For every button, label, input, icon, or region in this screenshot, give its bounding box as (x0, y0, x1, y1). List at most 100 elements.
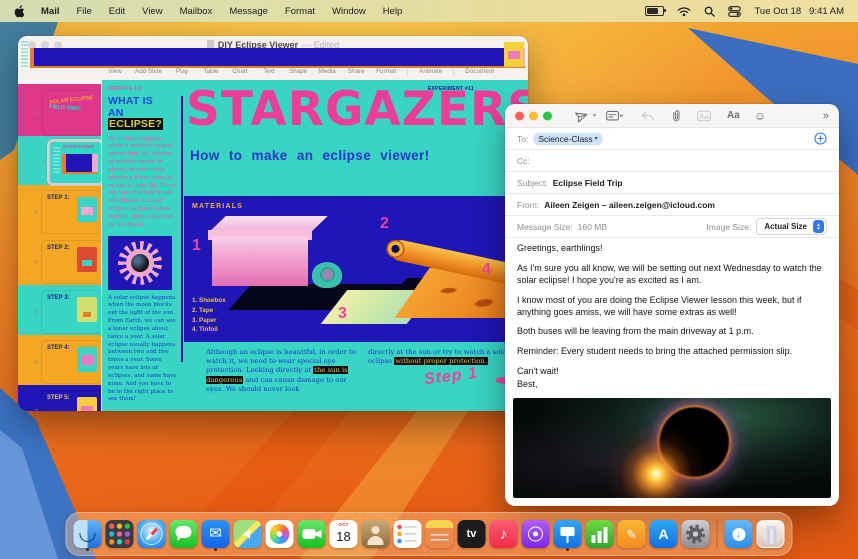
slide-thumb-2[interactable]: 2 STARGAZER (18, 136, 101, 185)
menu-bar-time[interactable]: 9:41 AM (809, 6, 844, 17)
keynote-window: DIY Eclipse Viewer — Edited ▤ View ⊞ Add… (18, 36, 528, 411)
emoji-button[interactable]: ☺ (754, 109, 766, 123)
menu-item[interactable]: Format (285, 6, 315, 17)
toolbar-button-label: Share (347, 68, 365, 76)
message-body[interactable]: Greetings, earthlings! As I'm sure you al… (505, 234, 839, 394)
toolbar-button-label: View (108, 68, 122, 76)
header-fields-button[interactable] (606, 110, 624, 122)
dock-mail-icon[interactable]: ✉ (201, 517, 231, 551)
dock-photos-icon[interactable] (265, 517, 295, 551)
item-number-2: 2 (380, 215, 389, 232)
dock-downloads-icon[interactable]: ↓ (724, 517, 754, 551)
close-button[interactable] (515, 111, 524, 120)
sun-illustration (108, 235, 172, 290)
dock-settings-icon[interactable] (681, 517, 711, 551)
dock-calendar-icon[interactable]: OCT 18 (329, 517, 359, 551)
subject-field[interactable]: Subject: Eclipse Field Trip (505, 172, 839, 194)
toolbar-button-label: Play (175, 68, 189, 76)
menu-item[interactable]: Mail (41, 6, 59, 17)
from-field[interactable]: From: Aileen Zeigen – aileen.zeigen@iclo… (505, 194, 839, 216)
materials-panel[interactable]: MATERIALS 1 2 3 4 1. Shoebox 2. Tape 3. … (184, 196, 528, 342)
menu-item[interactable]: File (76, 6, 91, 17)
dock-podcasts-icon[interactable] (521, 517, 551, 551)
menu-item[interactable]: Mailbox (180, 6, 213, 17)
send-button[interactable] (575, 109, 589, 123)
slide-thumb-5[interactable]: 5 STEP 3: (18, 285, 101, 335)
toolbar-button-label: Add Slide (135, 68, 162, 76)
dock-safari-icon[interactable] (137, 517, 167, 551)
recipient-token[interactable]: Science-Class ▾ (533, 132, 603, 145)
add-recipient-button[interactable] (814, 132, 827, 145)
toolbar-button-label: Animate (419, 68, 443, 76)
science-tag: SCIENCE 4.2 (108, 86, 142, 92)
dock-launchpad-icon[interactable] (105, 517, 135, 551)
toolbar-button-label: Media (318, 68, 336, 76)
menu-item[interactable]: Edit (109, 6, 125, 17)
wifi-icon[interactable] (677, 6, 691, 17)
eclipse-paragraph-2: A solar eclipse happens when the moon bl… (108, 294, 177, 403)
menu-bar-date[interactable]: Tue Oct 18 (754, 6, 801, 17)
slide-thumb-1[interactable]: 1 SOLAR ECLIPSE FIELD TRIP! (18, 84, 101, 136)
desktop: Mail File Edit View Mailbox Message Format Wind… (0, 0, 858, 559)
slide-canvas[interactable]: SCIENCE 4.2 EXPERIMENT #11 WHAT IS AN EC… (102, 80, 528, 411)
cc-field[interactable]: Cc: (505, 150, 839, 172)
minimize-button[interactable] (529, 111, 538, 120)
slide-title[interactable]: STARGAZERS (186, 82, 528, 137)
slide-thumb-7[interactable]: 7 STEP 5: (18, 385, 101, 411)
eclipse-paragraph-1: An eclipse happens when a moon or planet… (108, 135, 176, 228)
zoom-button[interactable] (543, 111, 552, 120)
dock-appletv-icon[interactable]: tv (457, 517, 487, 551)
message-size-value: 160 MB (577, 221, 608, 232)
menu-item[interactable]: Window (332, 6, 366, 17)
body-paragraph: As I'm sure you all know, we will be set… (517, 262, 822, 285)
materials-list-item: 4. Tinfoil (192, 326, 218, 334)
dock-numbers-icon[interactable] (585, 517, 615, 551)
toolbar-overflow-button[interactable]: » (823, 110, 829, 122)
slide-navigator[interactable]: 1 SOLAR ECLIPSE FIELD TRIP! 2 STARGAZER (18, 80, 102, 411)
step-1-label[interactable]: Step 1 (423, 365, 479, 389)
battery-icon[interactable] (645, 6, 667, 16)
send-options-chevron-icon[interactable]: ▾ (593, 112, 596, 119)
photo-browser-button[interactable] (697, 110, 711, 122)
dock-reminders-icon[interactable] (393, 517, 423, 551)
dock: ✉ OCT 18 tv ♪ ✎ A ↓ (65, 512, 793, 556)
menu-item[interactable]: Message (229, 6, 268, 17)
menu-items: Mail File Edit View Mailbox Message Format Wind… (41, 6, 402, 17)
image-size-select[interactable]: Actual Size ▲ ▼ (756, 218, 827, 235)
slide-number: 5 (34, 308, 38, 316)
slide-thumb-4[interactable]: 4 STEP 2: (18, 235, 101, 285)
toolbar-button-label: Chart (232, 68, 248, 76)
spotlight-search-icon[interactable] (704, 6, 716, 17)
dock-contacts-icon[interactable] (361, 517, 391, 551)
menu-item[interactable]: Help (383, 6, 403, 17)
token-chevron-icon: ▾ (594, 136, 598, 142)
dock-notes-icon[interactable] (425, 517, 455, 551)
apple-logo-icon[interactable] (14, 4, 25, 18)
dock-keynote-icon[interactable] (553, 517, 583, 551)
slide-thumb-6[interactable]: 6 STEP 4: (18, 335, 101, 385)
body-paragraph: Both buses will be leaving from the main… (517, 326, 754, 337)
slide-subtitle[interactable]: How to make an eclipse viewer! (190, 148, 430, 163)
to-field[interactable]: To: Science-Class ▾ (505, 128, 839, 150)
slide-thumb-3[interactable]: 3 STEP 1: (18, 185, 101, 235)
dock-music-icon[interactable]: ♪ (489, 517, 519, 551)
control-center-icon[interactable] (728, 5, 742, 17)
slide-left-column[interactable]: WHAT IS AN ECLIPSE? An eclipse happens w… (108, 95, 178, 404)
menu-item[interactable]: View (142, 6, 162, 17)
dock-maps-icon[interactable] (233, 517, 263, 551)
dock-pages-icon[interactable]: ✎ (617, 517, 647, 551)
dock-finder-icon[interactable] (73, 517, 103, 551)
eclipse-photo-attachment[interactable] (513, 398, 831, 498)
dock-separator[interactable] (713, 517, 722, 551)
body-paragraph: Best, (517, 379, 538, 389)
body-paragraph: I know most of you are doing the Eclipse… (517, 294, 802, 317)
dock-trash-icon[interactable] (756, 517, 786, 551)
materials-list-item: 2. Tape (192, 306, 214, 314)
format-button[interactable]: Aa (727, 110, 740, 121)
dock-appstore-icon[interactable]: A (649, 517, 679, 551)
reply-button[interactable] (641, 110, 654, 122)
stepper-icon[interactable]: ▲ ▼ (813, 220, 824, 233)
dock-messages-icon[interactable] (169, 517, 199, 551)
attach-file-button[interactable] (670, 109, 681, 123)
dock-facetime-icon[interactable] (297, 517, 327, 551)
